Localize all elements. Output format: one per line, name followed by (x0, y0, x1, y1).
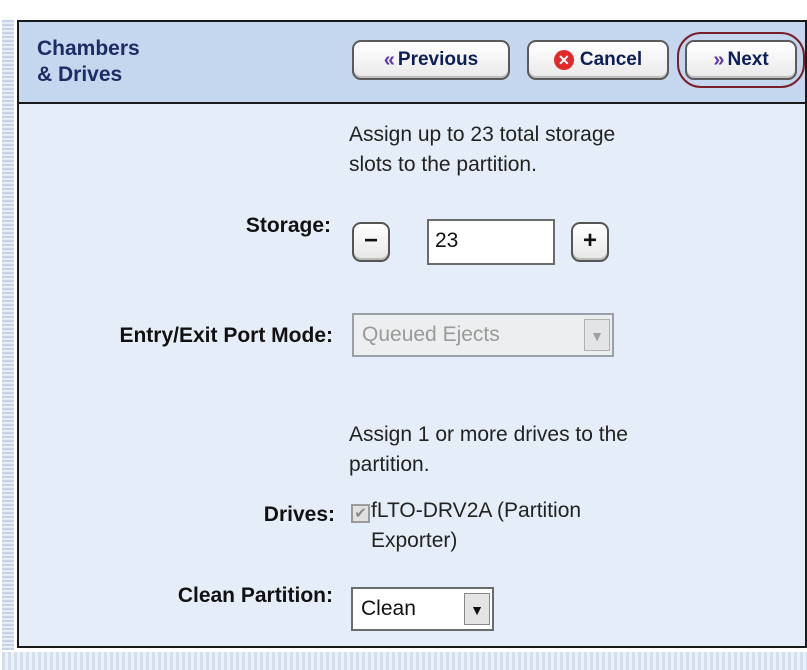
ee-port-mode-select: Queued Ejects ▼ (352, 313, 614, 357)
double-chevron-left-icon: « (383, 48, 395, 71)
cancel-x-icon: ✕ (553, 50, 574, 70)
dropdown-arrow-icon[interactable]: ▼ (464, 593, 490, 625)
storage-instruction-line-1: Assign up to 23 total storage (349, 123, 616, 146)
clean-partition-label: Clean Partition: (177, 584, 333, 607)
cancel-button-label: Cancel (579, 49, 643, 70)
left-border-stripe (2, 20, 14, 650)
previous-button[interactable]: « Previous (352, 40, 510, 80)
storage-decrement-button[interactable]: − (352, 222, 390, 262)
wizard-panel: Chambers & Drives « Previous ✕ Cancel » … (17, 20, 807, 648)
bottom-border-stripe (2, 652, 807, 670)
previous-button-label: Previous (397, 49, 479, 70)
double-chevron-right-icon: » (713, 48, 724, 71)
dropdown-arrow-icon: ▼ (584, 319, 610, 351)
clean-partition-value: Clean (361, 597, 416, 620)
drive-item-line-2: Exporter) (371, 529, 458, 552)
screen: Chambers & Drives « Previous ✕ Cancel » … (0, 0, 807, 670)
storage-instructions: Assign up to 23 total storage slots to t… (349, 120, 615, 180)
title-line-2: & Drives (37, 63, 123, 86)
drive-item-label: fLTO-DRV2A (Partition Exporter) (371, 496, 581, 556)
storage-instruction-line-2: slots to the partition. (349, 153, 537, 176)
ee-port-mode-label: Entry/Exit Port Mode: (119, 324, 333, 347)
cancel-button[interactable]: ✕ Cancel (527, 40, 669, 80)
title-line-1: Chambers (37, 37, 140, 60)
page-title: Chambers & Drives (37, 36, 197, 88)
next-button-label: Next (727, 49, 769, 70)
wizard-header: Chambers & Drives « Previous ✕ Cancel » … (19, 22, 805, 104)
next-button[interactable]: » Next (685, 40, 797, 80)
ee-port-mode-value: Queued Ejects (362, 323, 500, 346)
drive-item-line-1: fLTO-DRV2A (Partition (371, 499, 582, 522)
storage-increment-button[interactable]: + (571, 222, 609, 262)
drives-instruction-line-2: partition. (349, 453, 430, 476)
drives-instructions: Assign 1 or more drives to the partition… (349, 420, 628, 480)
clean-partition-select[interactable]: Clean ▼ (351, 587, 494, 631)
storage-input[interactable]: 23 (427, 219, 555, 265)
drive-checkbox: ✔ (351, 504, 370, 523)
drives-label: Drives: (263, 503, 335, 526)
drives-instruction-line-1: Assign 1 or more drives to the (349, 423, 628, 446)
storage-label: Storage: (245, 214, 331, 237)
